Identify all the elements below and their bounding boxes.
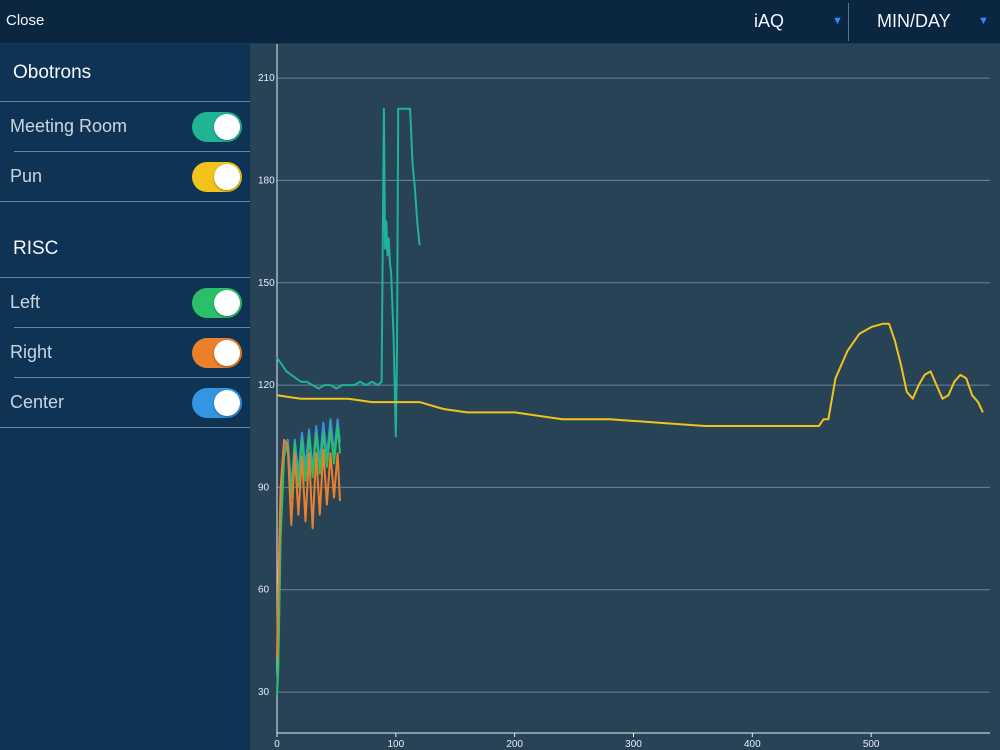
sensor-label: Left (10, 292, 41, 312)
sensor-row-pun[interactable]: Pun (0, 152, 250, 201)
sensor-label: Center (10, 392, 65, 412)
range-dropdown[interactable]: MIN/DAY ▼ (877, 0, 1000, 43)
y-tick-label: 210 (258, 73, 275, 84)
x-tick-label: 500 (863, 739, 880, 750)
divider (0, 427, 250, 428)
toggle-knob (214, 340, 240, 366)
metric-dropdown[interactable]: iAQ ▼ (754, 0, 848, 43)
iaq-chart[interactable]: 30 60 90 120 150 180 210 0 100 200 300 400 500 (250, 44, 1000, 750)
x-tick-label: 200 (506, 739, 523, 750)
top-bar: Close iAQ ▼ MIN/DAY ▼ (0, 0, 1000, 44)
group-title-risc: RISC (13, 238, 59, 259)
divider (0, 201, 250, 202)
toggle-knob (214, 164, 240, 190)
metric-dropdown-label: iAQ (754, 11, 785, 31)
toggle-switch[interactable] (192, 288, 242, 318)
x-tick-label: 400 (744, 739, 761, 750)
chart-svg: 30 60 90 120 150 180 210 0 100 200 300 400 500 (258, 44, 990, 750)
y-tick-label: 150 (258, 278, 275, 289)
toggle-switch[interactable] (192, 338, 242, 368)
sensor-row-center[interactable]: Center (0, 378, 250, 427)
caret-down-icon: ▼ (978, 15, 989, 27)
x-tick-label: 0 (274, 739, 280, 750)
group-title-obotrons: Obotrons (13, 62, 92, 83)
x-tick-label: 300 (625, 739, 642, 750)
toggle-knob (214, 290, 240, 316)
toggle-switch[interactable] (192, 388, 242, 418)
close-button[interactable]: Close (6, 12, 44, 29)
series-line-0 (276, 107, 421, 438)
x-tick-label: 100 (387, 739, 404, 750)
y-tick-label: 180 (258, 175, 275, 186)
sensor-row-right[interactable]: Right (0, 328, 250, 377)
toggle-knob (214, 390, 240, 416)
y-tick-label: 90 (258, 482, 270, 493)
y-tick-label: 120 (258, 380, 275, 391)
range-dropdown-label: MIN/DAY (877, 11, 951, 31)
series-line-4 (276, 438, 341, 659)
y-tick-label: 60 (258, 585, 270, 596)
sensor-label: Pun (10, 166, 43, 186)
toggle-switch[interactable] (192, 162, 242, 192)
toggle-switch[interactable] (192, 112, 242, 142)
sensor-row-left[interactable]: Left (0, 278, 250, 327)
sensor-label: Right (10, 342, 53, 362)
caret-down-icon: ▼ (832, 15, 843, 27)
sensor-row-meeting-room[interactable]: Meeting Room (0, 102, 250, 151)
y-tick-label: 30 (258, 687, 270, 698)
sensor-sidebar: Obotrons Meeting Room Pun RISC Left Righ… (0, 44, 250, 750)
toggle-knob (214, 114, 240, 140)
sensor-label: Meeting Room (10, 116, 128, 136)
dropdown-divider (848, 3, 849, 41)
